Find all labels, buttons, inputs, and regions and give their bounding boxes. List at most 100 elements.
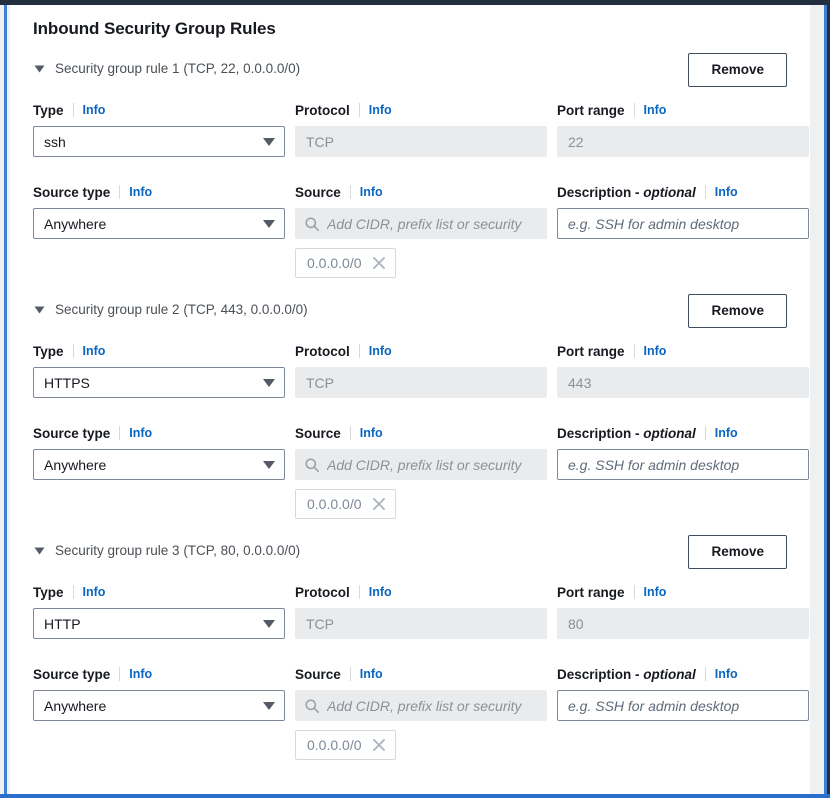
chevron-down-icon bbox=[263, 378, 275, 387]
rule-3-source-info-link[interactable]: Info bbox=[360, 667, 383, 681]
rule-2-field-grid-row1: Type Info HTTPS Protocol Info TCP Port r… bbox=[33, 340, 809, 398]
optional-marker: optional bbox=[643, 184, 696, 200]
rule-2-port-range-info-link[interactable]: Info bbox=[644, 344, 667, 358]
rule-3-type-label-row: Type Info bbox=[33, 581, 285, 603]
rule-1-field-grid-row2: Source type Info Anywhere Source Info Ad… bbox=[33, 181, 809, 278]
rule-2-source-info-link[interactable]: Info bbox=[360, 426, 383, 440]
caret-down-icon[interactable] bbox=[33, 59, 49, 75]
optional-marker: optional bbox=[643, 425, 696, 441]
rule-2-field-grid-row2: Source type Info Anywhere Source Info Ad… bbox=[33, 422, 809, 519]
rule-2-port-range-input: 443 bbox=[557, 367, 809, 398]
rule-1-description-info-link[interactable]: Info bbox=[715, 185, 738, 199]
search-icon bbox=[305, 216, 319, 231]
label-divider bbox=[72, 344, 74, 358]
rule-3-protocol-info-link[interactable]: Info bbox=[369, 585, 392, 599]
rule-1-type-field: Type Info ssh bbox=[33, 99, 285, 157]
rule-1-source-type-select[interactable]: Anywhere bbox=[33, 208, 285, 239]
rule-1-port-range-input: 22 bbox=[557, 126, 809, 157]
rule-3-source-type-field: Source type Info Anywhere bbox=[33, 663, 285, 760]
rule-1-summary: Security group rule 1 (TCP, 22, 0.0.0.0/… bbox=[55, 61, 301, 76]
rule-1-type-label-row: Type Info bbox=[33, 99, 285, 121]
remove-rule-2-button[interactable]: Remove bbox=[688, 294, 787, 328]
rule-2-source-type-value: Anywhere bbox=[44, 456, 107, 473]
remove-rule-3-button[interactable]: Remove bbox=[688, 535, 787, 569]
rule-3-source-token-label: 0.0.0.0/0 bbox=[307, 737, 362, 753]
label-divider bbox=[704, 426, 706, 440]
rule-3-type-select[interactable]: HTTP bbox=[33, 608, 285, 639]
rule-1-source-field: Source Info Add CIDR, prefix list or sec… bbox=[295, 181, 547, 278]
rule-1-description-field: Description - optional Info e.g. SSH for… bbox=[557, 181, 809, 278]
close-icon bbox=[372, 498, 385, 510]
rule-1-port-range-field: Port range Info 22 bbox=[557, 99, 809, 157]
rule-3-type-field: Type Info HTTP bbox=[33, 581, 285, 639]
label-divider bbox=[119, 667, 121, 681]
rule-1-source-type-label: Source type bbox=[33, 184, 111, 200]
rule-2-protocol-info-link[interactable]: Info bbox=[369, 344, 392, 358]
rule-3-type-info-link[interactable]: Info bbox=[83, 585, 106, 599]
search-icon bbox=[305, 457, 319, 472]
rule-3-source-type-info-link[interactable]: Info bbox=[129, 667, 152, 681]
rule-2-source-type-info-link[interactable]: Info bbox=[129, 426, 152, 440]
chevron-down-icon bbox=[263, 460, 275, 469]
rule-1-field-grid-row1: Type Info ssh Protocol Info TCP Port ran… bbox=[33, 99, 809, 157]
rule-1-protocol-info-link[interactable]: Info bbox=[369, 103, 392, 117]
rule-3-type-label: Type bbox=[33, 584, 64, 600]
label-divider bbox=[72, 585, 74, 599]
label-divider bbox=[349, 185, 351, 199]
rule-1-source-info-link[interactable]: Info bbox=[360, 185, 383, 199]
rule-1-protocol-input: TCP bbox=[295, 126, 547, 157]
rule-3-source-token: 0.0.0.0/0 bbox=[295, 730, 396, 760]
rule-3-port-range-label: Port range bbox=[557, 584, 625, 600]
rule-2-type-field: Type Info HTTPS bbox=[33, 340, 285, 398]
rule-1-port-range-info-link[interactable]: Info bbox=[644, 103, 667, 117]
rule-1-description-label: Description - optional bbox=[557, 184, 696, 200]
rule-1-type-label: Type bbox=[33, 102, 64, 118]
rule-2-type-select[interactable]: HTTPS bbox=[33, 367, 285, 398]
rule-1-source-type-info-link[interactable]: Info bbox=[129, 185, 152, 199]
chevron-down-icon bbox=[263, 137, 275, 146]
rule-3-source-label: Source bbox=[295, 666, 341, 682]
caret-down-icon[interactable] bbox=[33, 541, 49, 557]
rule-3-port-range-info-link[interactable]: Info bbox=[644, 585, 667, 599]
rule-2-description-info-link[interactable]: Info bbox=[715, 426, 738, 440]
optional-marker: optional bbox=[643, 666, 696, 682]
rule-2-protocol-value: TCP bbox=[306, 374, 334, 391]
rule-3-description-info-link[interactable]: Info bbox=[715, 667, 738, 681]
rule-3-header: Security group rule 3 (TCP, 80, 0.0.0.0/… bbox=[33, 535, 787, 575]
rule-3-protocol-label: Protocol bbox=[295, 584, 350, 600]
rule-3-source-input[interactable]: Add CIDR, prefix list or security bbox=[295, 690, 547, 721]
rule-3-port-range-field: Port range Info 80 bbox=[557, 581, 809, 639]
inbound-rules-panel: Inbound Security Group Rules Security gr… bbox=[10, 5, 810, 794]
rule-2-description-label-row: Description - optional Info bbox=[557, 422, 809, 444]
rule-2-description-input[interactable]: e.g. SSH for admin desktop bbox=[557, 449, 809, 480]
rule-3-source-type-select[interactable]: Anywhere bbox=[33, 690, 285, 721]
remove-rule-1-button[interactable]: Remove bbox=[688, 53, 787, 87]
rule-3-description-label-row: Description - optional Info bbox=[557, 663, 809, 685]
rule-3-description-input[interactable]: e.g. SSH for admin desktop bbox=[557, 690, 809, 721]
rule-2-protocol-label: Protocol bbox=[295, 343, 350, 359]
rule-2-type-label: Type bbox=[33, 343, 64, 359]
rule-3-protocol-input: TCP bbox=[295, 608, 547, 639]
right-scrollbar-track[interactable] bbox=[810, 5, 824, 794]
search-icon bbox=[305, 698, 319, 713]
label-divider bbox=[704, 185, 706, 199]
rule-3-type-value: HTTP bbox=[44, 615, 81, 632]
rule-2-summary: Security group rule 2 (TCP, 443, 0.0.0.0… bbox=[55, 302, 308, 317]
label-divider bbox=[633, 344, 635, 358]
rule-1-source-input[interactable]: Add CIDR, prefix list or security bbox=[295, 208, 547, 239]
rule-1-source-type-label-row: Source type Info bbox=[33, 181, 285, 203]
row-spacer bbox=[33, 398, 787, 416]
caret-down-icon[interactable] bbox=[33, 300, 49, 316]
label-divider bbox=[633, 103, 635, 117]
rule-1-type-info-link[interactable]: Info bbox=[83, 103, 106, 117]
rule-3-description-placeholder: e.g. SSH for admin desktop bbox=[568, 697, 740, 714]
rule-1-description-input[interactable]: e.g. SSH for admin desktop bbox=[557, 208, 809, 239]
rule-3-protocol-value: TCP bbox=[306, 615, 334, 632]
rule-1-type-select[interactable]: ssh bbox=[33, 126, 285, 157]
rule-2-source-token-row: 0.0.0.0/0 bbox=[295, 489, 547, 519]
rule-2-source-input[interactable]: Add CIDR, prefix list or security bbox=[295, 449, 547, 480]
left-accent-border bbox=[4, 5, 7, 794]
rule-2-type-info-link[interactable]: Info bbox=[83, 344, 106, 358]
rule-2-source-type-select[interactable]: Anywhere bbox=[33, 449, 285, 480]
rule-2-header: Security group rule 2 (TCP, 443, 0.0.0.0… bbox=[33, 294, 787, 334]
